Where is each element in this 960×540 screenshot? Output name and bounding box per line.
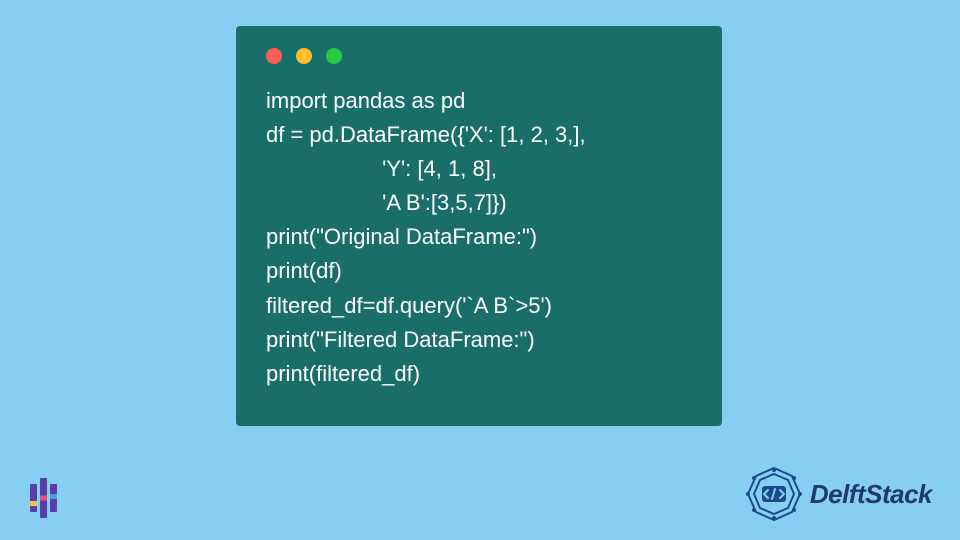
code-line: print("Original DataFrame:") (266, 224, 537, 249)
code-block: import pandas as pd df = pd.DataFrame({'… (266, 84, 692, 391)
close-icon[interactable] (266, 48, 282, 64)
code-line: 'Y': [4, 1, 8], (266, 156, 497, 181)
logo-bar (30, 484, 37, 512)
code-line: print("Filtered DataFrame:") (266, 327, 535, 352)
code-line: print(filtered_df) (266, 361, 420, 386)
code-line: print(df) (266, 258, 342, 283)
logo-bars-icon (30, 478, 57, 518)
code-line: df = pd.DataFrame({'X': [1, 2, 3,], (266, 122, 586, 147)
code-line: filtered_df=df.query('`A B`>5') (266, 293, 552, 318)
logo-bar (40, 478, 47, 518)
logo-bar (50, 484, 57, 512)
brand-logo: DelftStack (744, 464, 932, 524)
code-window: import pandas as pd df = pd.DataFrame({'… (236, 26, 722, 426)
code-line: import pandas as pd (266, 88, 465, 113)
minimize-icon[interactable] (296, 48, 312, 64)
code-line: 'A B':[3,5,7]}) (266, 190, 507, 215)
window-controls (266, 48, 692, 64)
delftstack-badge-icon (744, 464, 804, 524)
maximize-icon[interactable] (326, 48, 342, 64)
brand-name: DelftStack (810, 479, 932, 510)
